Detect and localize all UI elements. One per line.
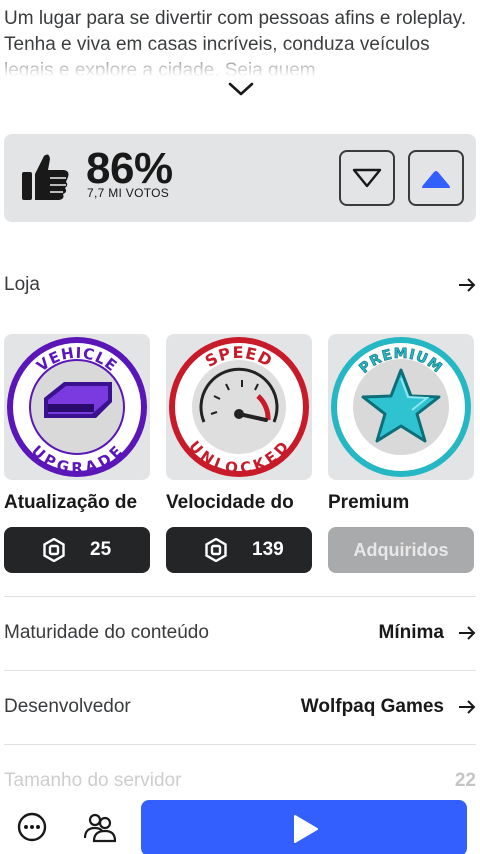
- premium-thumbnail[interactable]: PREMIUM: [328, 334, 474, 480]
- owned-button: Adquiridos: [328, 527, 474, 573]
- arrow-right-icon: [459, 278, 476, 292]
- item-name: Atualização de: [4, 492, 138, 513]
- divider: [4, 670, 476, 671]
- server-size-value: 22: [454, 770, 476, 791]
- server-size-label: Tamanho do servidor: [4, 770, 182, 791]
- vote-count: 7,7 MI VOTOS: [87, 186, 170, 200]
- bottom-action-bar: [0, 798, 480, 854]
- robux-icon: [205, 538, 227, 562]
- item-name: Velocidade do: [166, 492, 294, 513]
- premium-badge: PREMIUM: [331, 337, 471, 477]
- vehicle-upgrade-thumbnail[interactable]: VEHICLE UPGRADE: [4, 334, 150, 480]
- chevron-down-icon[interactable]: [228, 80, 254, 98]
- rating-card: 86% 7,7 MI VOTOS: [4, 134, 476, 222]
- developer-value: Wolfpaq Games: [300, 696, 444, 717]
- description-fade: [0, 46, 480, 80]
- shop-item-speed-unlocked[interactable]: SPEED UNLOCKED Velocidade do 139: [166, 334, 312, 573]
- buy-button[interactable]: 25: [4, 527, 150, 573]
- item-name: Premium: [328, 492, 410, 513]
- speed-unlocked-badge: SPEED UNLOCKED: [169, 337, 309, 477]
- arrow-right-icon: [459, 626, 476, 640]
- play-icon: [294, 815, 318, 843]
- item-price: 25: [90, 539, 112, 560]
- developer-label: Desenvolvedor: [4, 696, 131, 717]
- thumbs-down-button[interactable]: [339, 150, 395, 206]
- shop-label: Loja: [4, 274, 40, 295]
- arrow-right-icon: [459, 700, 476, 714]
- robux-icon: [43, 538, 65, 562]
- maturity-label: Maturidade do conteúdo: [4, 622, 209, 643]
- vehicle-upgrade-badge: VEHICLE UPGRADE: [7, 337, 147, 477]
- thumbs-down-icon: [352, 168, 382, 188]
- maturity-row[interactable]: Maturidade do conteúdo Mínima: [4, 618, 476, 648]
- speed-unlocked-thumbnail[interactable]: SPEED UNLOCKED: [166, 334, 312, 480]
- play-button[interactable]: [141, 800, 467, 854]
- item-price: 139: [252, 539, 284, 560]
- divider: [4, 744, 476, 745]
- divider: [4, 596, 476, 597]
- thumbs-up-icon: [22, 154, 69, 200]
- buy-button[interactable]: 139: [166, 527, 312, 573]
- maturity-value: Mínima: [378, 622, 444, 643]
- shop-item-premium[interactable]: PREMIUM Premium Adquiridos: [328, 334, 474, 573]
- server-size-row: Tamanho do servidor 22: [4, 766, 476, 796]
- more-icon[interactable]: [15, 810, 49, 844]
- shop-item-vehicle-upgrade[interactable]: VEHICLE UPGRADE Atualização de 25: [4, 334, 150, 573]
- friends-icon[interactable]: [82, 810, 116, 844]
- developer-row[interactable]: Desenvolvedor Wolfpaq Games: [4, 692, 476, 722]
- thumbs-up-button[interactable]: [408, 150, 464, 206]
- thumbs-up-vote-icon: [422, 171, 450, 188]
- shop-header[interactable]: Loja: [4, 270, 476, 300]
